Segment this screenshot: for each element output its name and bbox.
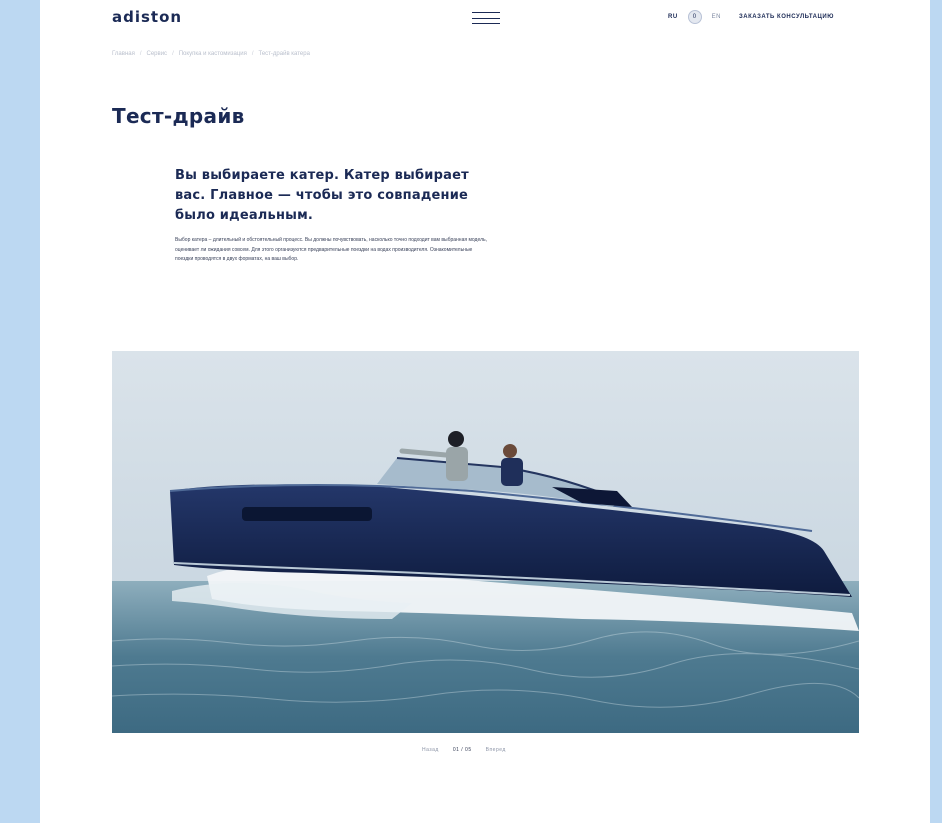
logo[interactable]: adiston [112,8,182,26]
slider-counter: 01 / 05 [452,747,472,753]
lang-ru-link[interactable]: RU [668,14,678,20]
lang-en-link[interactable]: EN [712,14,721,20]
lead-text: Вы выбираете катер. Катер выбирает вас. … [175,168,469,223]
breadcrumb-separator: / [139,51,142,57]
consultation-button[interactable]: Заказать консультацию [739,14,834,20]
menu-icon[interactable] [472,12,500,24]
breadcrumb-separator: / [172,51,174,57]
breadcrumb-item[interactable]: Покупка и кастомизация [179,51,247,57]
boat-illustration [112,351,859,733]
cart-icon[interactable]: 0 [687,10,702,24]
breadcrumb-item[interactable]: Главная [112,51,135,57]
slider-navigation: Назад 01 / 05 Вперед [422,747,506,753]
slider-next-button[interactable]: Вперед [486,747,506,753]
page-title: Тест-драйв [112,104,245,128]
breadcrumb-current: Тест-драйв катера [258,51,310,57]
boat-photo [112,351,859,733]
breadcrumb: Главная / Сервис / Покупка и кастомизаци… [112,51,310,57]
breadcrumb-item[interactable]: Сервис [147,51,168,57]
slider-prev-button[interactable]: Назад [422,747,439,753]
breadcrumb-separator: / [251,51,254,57]
header-actions: RU 0 EN Заказать консультацию [668,10,834,24]
body-text: Выбор катера – длительный и обстоятельны… [175,237,487,262]
page: adiston RU 0 EN Заказать консультацию Гл… [40,0,930,823]
